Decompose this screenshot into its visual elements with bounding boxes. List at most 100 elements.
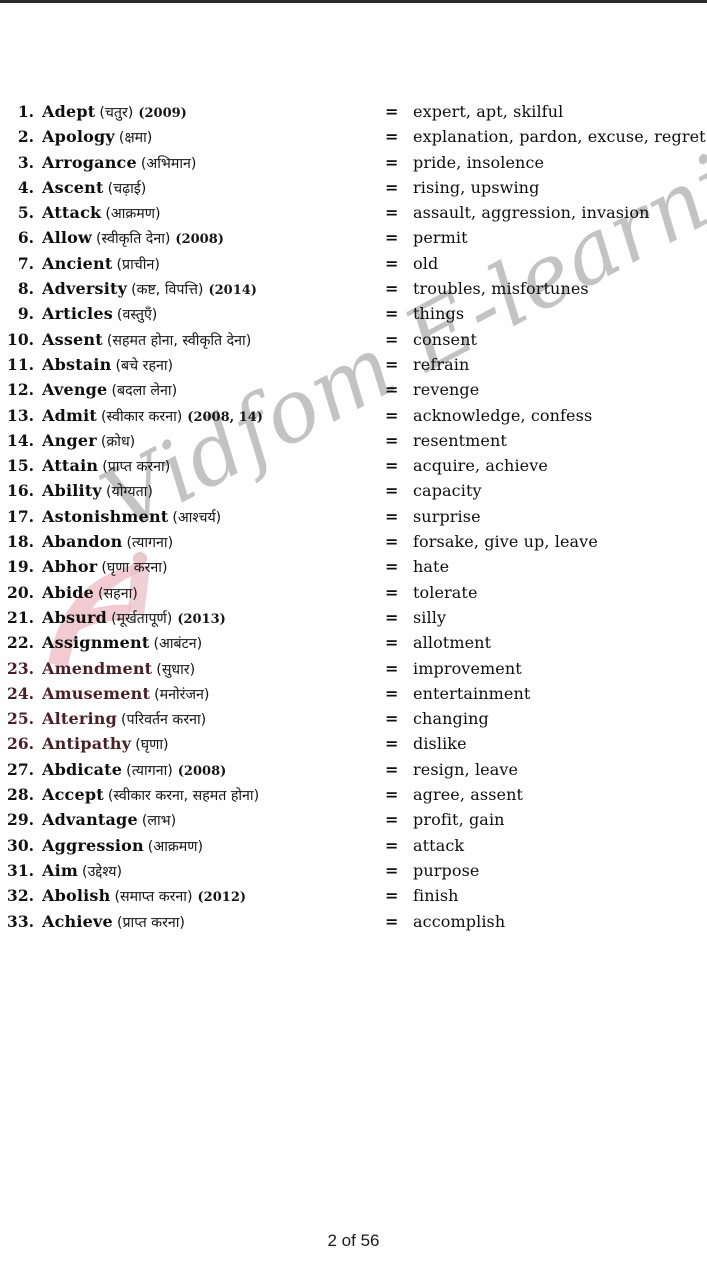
entry-number: 24. <box>7 683 34 703</box>
vocabulary-row: 26. Antipathy (घृणा) = dislike <box>0 734 707 759</box>
entry-number: 33. <box>7 911 34 931</box>
vocabulary-row: 30. Aggression (आक्रमण) = attack <box>0 836 707 861</box>
english-meaning: acquire, achieve <box>413 456 548 476</box>
entry-number: 31. <box>7 860 34 880</box>
entry-number: 21. <box>7 607 34 627</box>
vocabulary-row: 1. Adept (चतुर) (2009) = expert, apt, skilful <box>0 102 707 127</box>
english-term: Abdicate <box>42 759 123 779</box>
term-cell: Ancient (प्राचीन) <box>42 254 385 274</box>
english-meaning: explanation, pardon, excuse, regret <box>413 127 706 147</box>
vocabulary-row: 18. Abandon (त्यागना) = forsake, give up, le… <box>0 532 707 557</box>
term-cell: Aggression (आक्रमण) <box>42 836 385 856</box>
hindi-translation: (चढ़ाई) <box>107 180 147 197</box>
hindi-translation: (बदला लेना) <box>111 383 178 400</box>
equals-sign: = <box>385 709 399 729</box>
vocabulary-row: 13. Admit (स्वीकार करना) (2008, 14) = acknowl… <box>0 406 707 431</box>
entry-number: 18. <box>7 532 34 552</box>
hindi-translation: (घृणा करना) <box>101 560 168 577</box>
term-cell: Allow (स्वीकृति देना) (2008) <box>42 228 385 248</box>
term-cell: Arrogance (अभिमान) <box>42 153 385 173</box>
entry-number: 28. <box>7 785 34 805</box>
entry-number: 9. <box>17 304 34 324</box>
entry-number: 26. <box>7 734 34 754</box>
hindi-translation: (सहना) <box>98 585 138 602</box>
english-meaning: refrain <box>413 354 470 374</box>
english-meaning: hate <box>413 557 450 577</box>
term-cell: Assignment (आबंटन) <box>42 633 385 653</box>
equals-sign: = <box>385 354 399 374</box>
hindi-translation: (उद्देश्य) <box>82 863 123 880</box>
english-term: Achieve <box>42 911 113 931</box>
entry-number: 25. <box>7 709 34 729</box>
hindi-translation: (मूर्खतापूर्ण) <box>111 610 173 627</box>
vocabulary-row: 33. Achieve (प्राप्त करना) = accomplish <box>0 912 707 937</box>
term-cell: Attain (प्राप्त करना) <box>42 456 385 476</box>
english-meaning: accomplish <box>413 911 506 931</box>
equals-sign: = <box>385 532 399 552</box>
entry-number: 19. <box>7 557 34 577</box>
page-footer: 2 of 56 <box>327 1231 380 1250</box>
equals-sign: = <box>385 886 399 906</box>
hindi-translation: (प्राचीन) <box>116 256 160 273</box>
term-cell: Anger (क्रोध) <box>42 431 385 451</box>
equals-sign: = <box>385 911 399 931</box>
hindi-translation: (कष्ट, विपत्ति) <box>131 282 204 299</box>
equals-sign: = <box>385 607 399 627</box>
english-term: Arrogance <box>42 152 137 172</box>
exam-year-tag: (2014) <box>208 283 257 299</box>
hindi-translation: (प्राप्त करना) <box>116 914 185 931</box>
equals-sign: = <box>385 683 399 703</box>
english-meaning: profit, gain <box>413 810 505 830</box>
equals-sign: = <box>385 810 399 830</box>
entry-number: 27. <box>7 759 34 779</box>
vocabulary-row: 31. Aim (उद्देश्य) = purpose <box>0 861 707 886</box>
term-cell: Attack (आक्रमण) <box>42 203 385 223</box>
english-term: Abandon <box>42 532 123 552</box>
english-term: Anger <box>42 430 97 450</box>
entry-number: 16. <box>7 481 34 501</box>
hindi-translation: (सहमत होना, स्वीकृति देना) <box>106 332 252 349</box>
english-meaning: surprise <box>413 506 481 526</box>
hindi-translation: (स्वीकार करना, सहमत होना) <box>107 788 260 805</box>
entry-number: 17. <box>7 506 34 526</box>
document-page: Vidfom E-learning 1. Adept (चतुर) (2009) = ex… <box>0 0 707 1285</box>
hindi-translation: (आक्रमण) <box>105 206 161 223</box>
hindi-translation: (आश्चर्य) <box>172 509 222 526</box>
equals-sign: = <box>385 127 399 147</box>
vocabulary-row: 8. Adversity (कष्ट, विपत्ति) (2014) = trouble… <box>0 279 707 304</box>
vocabulary-row: 3. Arrogance (अभिमान) = pride, insolence <box>0 153 707 178</box>
exam-year-tag: (2008) <box>175 232 224 248</box>
english-term: Aim <box>42 860 79 880</box>
english-meaning: pride, insolence <box>413 152 545 172</box>
vocabulary-row: 15. Attain (प्राप्त करना) = acquire, achieve <box>0 456 707 481</box>
entry-number: 11. <box>7 354 34 374</box>
english-meaning: expert, apt, skilful <box>413 102 564 121</box>
equals-sign: = <box>385 785 399 805</box>
english-term: Assent <box>42 329 103 349</box>
term-cell: Abstain (बचे रहना) <box>42 355 385 375</box>
english-term: Altering <box>42 709 117 729</box>
vocabulary-row: 28. Accept (स्वीकार करना, सहमत होना) = agree… <box>0 785 707 810</box>
hindi-translation: (प्राप्त करना) <box>102 459 171 476</box>
exam-year-tag: (2012) <box>197 890 247 906</box>
english-term: Adept <box>42 102 96 121</box>
hindi-translation: (चतुर) <box>99 105 134 121</box>
hindi-translation: (त्यागना) <box>126 535 174 552</box>
hindi-translation: (परिवर्तन करना) <box>121 712 207 729</box>
equals-sign: = <box>385 582 399 602</box>
english-term: Abstain <box>42 354 112 374</box>
vocabulary-row: 12. Avenge (बदला लेना) = revenge <box>0 380 707 405</box>
english-term: Attain <box>42 456 99 476</box>
entry-number: 12. <box>7 380 34 400</box>
entry-number: 1. <box>17 102 34 121</box>
entry-number: 5. <box>17 203 34 223</box>
entry-number: 2. <box>17 127 34 147</box>
entry-number: 23. <box>7 658 34 678</box>
term-cell: Achieve (प्राप्त करना) <box>42 912 385 932</box>
english-term: Apology <box>42 127 115 147</box>
hindi-translation: (आबंटन) <box>153 636 203 653</box>
term-cell: Admit (स्वीकार करना) (2008, 14) <box>42 406 385 426</box>
vocabulary-row: 25. Altering (परिवर्तन करना) = changing <box>0 709 707 734</box>
equals-sign: = <box>385 152 399 172</box>
english-meaning: allotment <box>413 633 492 653</box>
